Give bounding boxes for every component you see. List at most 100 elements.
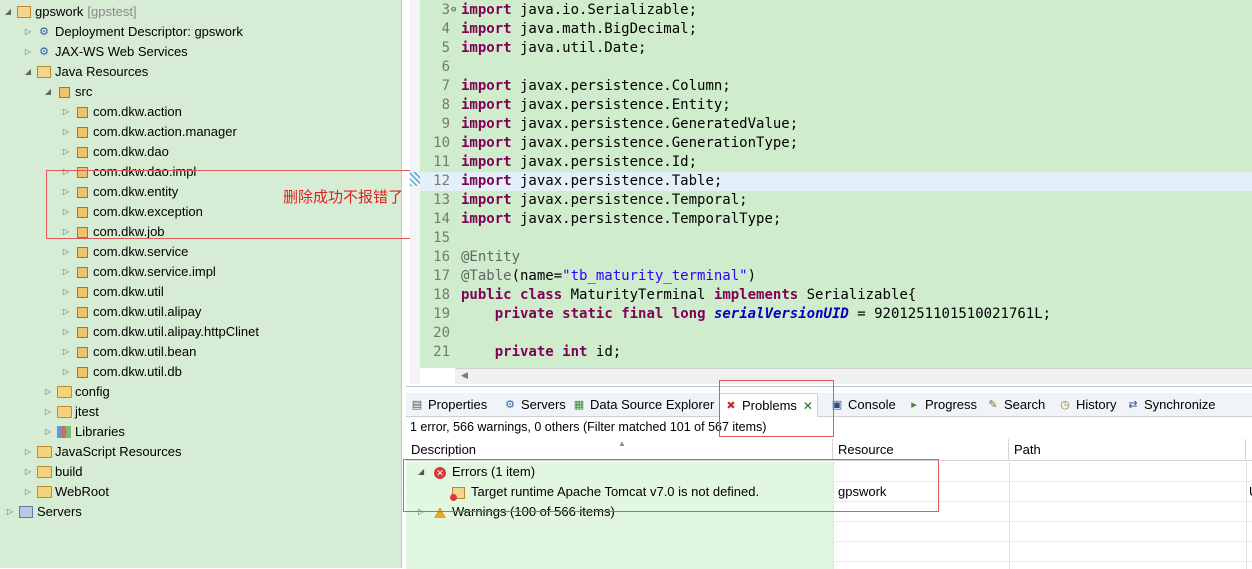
code-line[interactable]: 10 import javax.persistence.GenerationTyp… [420,134,1252,153]
expand-arrow-icon[interactable]: ▷ [60,242,72,262]
column-location[interactable]: L [1246,439,1252,461]
code-line[interactable]: 13 import javax.persistence.Temporal; [420,191,1252,210]
synchronize-icon: ⇄ [1128,399,1138,411]
code-line[interactable]: 4 import java.math.BigDecimal; [420,20,1252,39]
tree-item[interactable]: ▷ com.dkw.util.alipay.httpClinet [60,322,259,342]
code-text: import java.io.Serializable; [461,2,698,18]
code-line[interactable]: 9 import javax.persistence.GeneratedValue… [420,115,1252,134]
expand-arrow-icon[interactable]: ▷ [60,262,72,282]
line-number: 6 [441,59,450,75]
column-resource[interactable]: Resource [833,439,1009,461]
code-text: private static final long serialVersionU… [494,306,1052,322]
code-line[interactable]: 5 import java.util.Date; [420,39,1252,58]
source-folder-icon [58,86,70,98]
editor-horizontal-scrollbar[interactable]: ◀ [455,368,1252,384]
code-line[interactable]: 7 import javax.persistence.Column; [420,77,1252,96]
tree-item[interactable]: ▷ build [22,462,83,482]
code-line[interactable]: 21 private int id; [420,343,1252,362]
line-number: 9 [441,116,450,132]
tree-item[interactable]: ▷ Servers [4,502,82,522]
tree-item[interactable]: ▷ config [42,382,110,402]
tree-item[interactable]: ▷ Libraries [42,422,125,442]
collapse-arrow-icon[interactable]: ◢ [2,2,14,22]
code-line[interactable]: 11 import javax.persistence.Id; [420,153,1252,172]
tree-item-label: com.dkw.dao [93,144,169,159]
tab-synchronize[interactable]: ⇄ Synchronize [1126,393,1215,417]
tree-item[interactable]: ▷ com.dkw.util.db [60,362,182,382]
tab-progress[interactable]: ▸ Progress [907,393,977,417]
expand-arrow-icon[interactable]: ▷ [22,482,34,502]
tree-item[interactable]: ▷ com.dkw.dao [60,142,169,162]
tab-label: History [1076,397,1117,412]
tree-item[interactable]: ▷ ⚙ JAX-WS Web Services [22,42,188,62]
search-icon: ✎ [988,399,998,411]
editor-overview-ruler [410,0,420,384]
code-line[interactable]: 15 [420,229,1252,248]
expand-arrow-icon[interactable]: ▷ [60,362,72,382]
expand-arrow-icon[interactable]: ▷ [22,442,34,462]
data-source-explorer-icon: ▦ [573,399,585,411]
expand-arrow-icon[interactable]: ▷ [22,42,34,62]
code-line[interactable]: 14 import javax.persistence.TemporalType; [420,210,1252,229]
code-text: import javax.persistence.Table; [461,173,723,189]
tree-item[interactable]: ◢ src [42,82,92,102]
expand-arrow-icon[interactable]: ▷ [60,322,72,342]
code-line[interactable]: 12 import javax.persistence.Table; [420,172,1252,191]
code-line[interactable]: 3 ⊖ import java.io.Serializable; [420,1,1252,20]
code-line[interactable]: 19 private static final long serialVersi… [420,305,1252,324]
fold-icon[interactable]: ⊖ [451,1,456,20]
empty-row [406,542,1252,562]
tree-item[interactable]: ▷ JavaScript Resources [22,442,182,462]
tab-servers[interactable]: ⚙ Servers [503,393,566,417]
expand-arrow-icon[interactable]: ▷ [60,302,72,322]
tab-label: Console [848,397,896,412]
tab-console[interactable]: ▣ Console [830,393,896,417]
overview-ruler-marker[interactable] [410,172,420,186]
tree-item[interactable]: ▷ ⚙ Deployment Descriptor: gpswork [22,22,243,42]
code-editor[interactable]: 3 ⊖ import java.io.Serializable; 4 import ja… [420,0,1252,368]
tab-properties[interactable]: ▤ Properties [410,393,487,417]
tree-item[interactable]: ▷ com.dkw.action.manager [60,122,237,142]
collapse-arrow-icon[interactable]: ◢ [42,82,54,102]
tree-item[interactable]: ▷ com.dkw.util [60,282,164,302]
code-line[interactable]: 8 import javax.persistence.Entity; [420,96,1252,115]
annotation-box-error [403,459,939,512]
expand-arrow-icon[interactable]: ▷ [60,122,72,142]
package-icon [76,106,88,118]
expand-arrow-icon[interactable]: ▷ [60,102,72,122]
tree-item[interactable]: ▷ com.dkw.service.impl [60,262,216,282]
tab-history[interactable]: ◷ History [1058,393,1116,417]
tree-item-label: com.dkw.util [93,284,164,299]
tree-item[interactable]: ▷ com.dkw.service [60,242,188,262]
expand-arrow-icon[interactable]: ▷ [4,502,16,522]
tree-item-project[interactable]: ◢ gpswork [gpstest] [2,2,137,22]
collapse-arrow-icon[interactable]: ◢ [22,62,34,82]
code-text: @Table(name="tb_maturity_terminal") [461,268,757,284]
expand-arrow-icon[interactable]: ▷ [60,282,72,302]
tree-item-label: Servers [37,504,82,519]
expand-arrow-icon[interactable]: ▷ [60,342,72,362]
tab-data-source-explorer[interactable]: ▦ Data Source Explorer [572,393,714,417]
code-line[interactable]: 17 @Table(name="tb_maturity_terminal") [420,267,1252,286]
scroll-left-icon[interactable]: ◀ [461,370,468,381]
expand-arrow-icon[interactable]: ▷ [60,142,72,162]
tree-item[interactable]: ▷ jtest [42,402,99,422]
expand-arrow-icon[interactable]: ▷ [42,422,54,442]
code-line[interactable]: 6 [420,58,1252,77]
code-line[interactable]: 16 @Entity [420,248,1252,267]
code-line[interactable]: 20 [420,324,1252,343]
tree-item[interactable]: ▷ WebRoot [22,482,109,502]
tree-item[interactable]: ◢ Java Resources [22,62,148,82]
column-path[interactable]: Path [1009,439,1246,461]
tree-item[interactable]: ▷ com.dkw.util.alipay [60,302,201,322]
code-line[interactable]: 18 public class MaturityTerminal implemen… [420,286,1252,305]
expand-arrow-icon[interactable]: ▷ [42,402,54,422]
code-text: import javax.persistence.GenerationType; [461,135,799,151]
tree-item[interactable]: ▷ com.dkw.action [60,102,182,122]
line-number: 12 [433,173,450,189]
expand-arrow-icon[interactable]: ▷ [22,22,34,42]
expand-arrow-icon[interactable]: ▷ [22,462,34,482]
tree-item[interactable]: ▷ com.dkw.util.bean [60,342,196,362]
expand-arrow-icon[interactable]: ▷ [42,382,54,402]
tab-search[interactable]: ✎ Search [986,393,1045,417]
